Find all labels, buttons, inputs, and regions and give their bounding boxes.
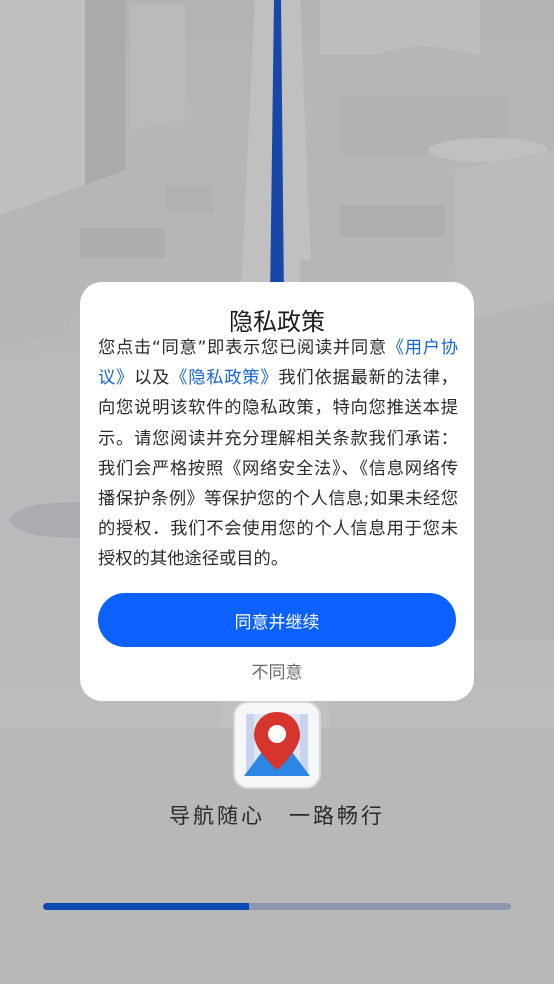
loading-progress-bar (43, 903, 511, 910)
privacy-policy-link[interactable]: 《隐私政策》 (170, 368, 278, 388)
privacy-dialog: 隐私政策 您点击“同意”即表示您已阅读并同意《用户协议》以及《隐私政策》我们依据… (80, 282, 474, 701)
loading-progress-fill (43, 903, 249, 910)
body-intro: 您点击“同意”即表示您已阅读并同意 (98, 338, 387, 358)
disagree-button[interactable]: 不同意 (80, 658, 474, 683)
map-pin-icon (233, 701, 321, 789)
body-rest: 我们依据最新的法律，向您说明该软件的隐私政策，特向您推送本提示。请您阅读并充分理… (98, 368, 458, 570)
dialog-title: 隐私政策 (229, 308, 325, 336)
body-connector: 以及 (134, 368, 171, 389)
agree-continue-button[interactable]: 同意并继续 (98, 593, 456, 647)
dialog-body: 您点击“同意”即表示您已阅读并同意《用户协议》以及《隐私政策》我们依据最新的法律… (98, 333, 458, 575)
splash-slogan: 导航随心 一路畅行 (169, 804, 385, 828)
